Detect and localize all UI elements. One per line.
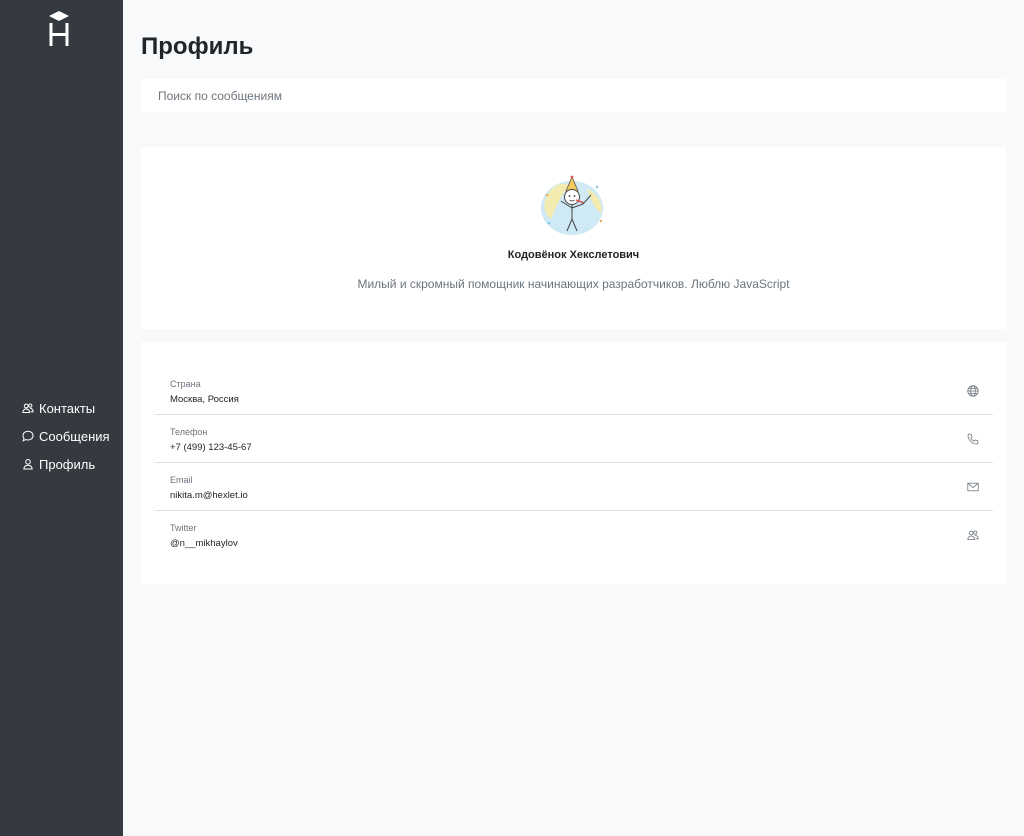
- messages-icon: [22, 430, 34, 442]
- hexlet-logo-icon[interactable]: [47, 11, 71, 49]
- info-value: nikita.m@hexlet.io: [170, 490, 248, 501]
- sidebar-item-label: Профиль: [39, 456, 96, 472]
- info-row-email: Email nikita.m@hexlet.io: [155, 463, 993, 511]
- avatar: [539, 175, 609, 237]
- info-row-twitter: Twitter @n__mikhaylov: [155, 511, 993, 559]
- info-row-country: Страна Москва, Россия: [155, 367, 993, 415]
- profile-bio: Милый и скромный помощник начинающих раз…: [357, 277, 790, 291]
- contacts-icon: [22, 402, 34, 414]
- envelope-icon: [967, 481, 979, 493]
- globe-icon: [967, 385, 979, 397]
- sidebar-item-label: Сообщения: [39, 428, 110, 444]
- page-title: Профиль: [141, 33, 254, 60]
- profile-icon: [22, 458, 34, 470]
- people-icon: [967, 529, 979, 541]
- info-list: Страна Москва, Россия Телефон +7 (499) 1…: [155, 367, 993, 559]
- main-content: Профиль Код: [123, 0, 1024, 836]
- info-label: Телефон: [170, 427, 208, 437]
- profile-card: Кодовёнок Хекслетович Милый и скромный п…: [141, 147, 1006, 329]
- profile-name: Кодовёнок Хекслетович: [507, 249, 640, 261]
- profile-info-card: Страна Москва, Россия Телефон +7 (499) 1…: [141, 342, 1006, 584]
- sidebar-item-contacts[interactable]: Контакты: [22, 394, 110, 422]
- info-value: @n__mikhaylov: [170, 538, 238, 549]
- info-value: +7 (499) 123-45-67: [170, 442, 252, 453]
- phone-icon: [967, 433, 979, 445]
- sidebar-item-messages[interactable]: Сообщения: [22, 422, 110, 450]
- info-value: Москва, Россия: [170, 394, 239, 405]
- sidebar-item-label: Контакты: [39, 400, 96, 416]
- sidebar: Контакты Сообщения Профиль: [0, 0, 123, 836]
- search-input[interactable]: [141, 79, 1006, 112]
- info-label: Email: [170, 475, 193, 485]
- info-label: Twitter: [170, 523, 197, 533]
- info-label: Страна: [170, 379, 201, 389]
- info-row-phone: Телефон +7 (499) 123-45-67: [155, 415, 993, 463]
- sidebar-item-profile[interactable]: Профиль: [22, 450, 110, 478]
- sidebar-nav: Контакты Сообщения Профиль: [22, 394, 110, 478]
